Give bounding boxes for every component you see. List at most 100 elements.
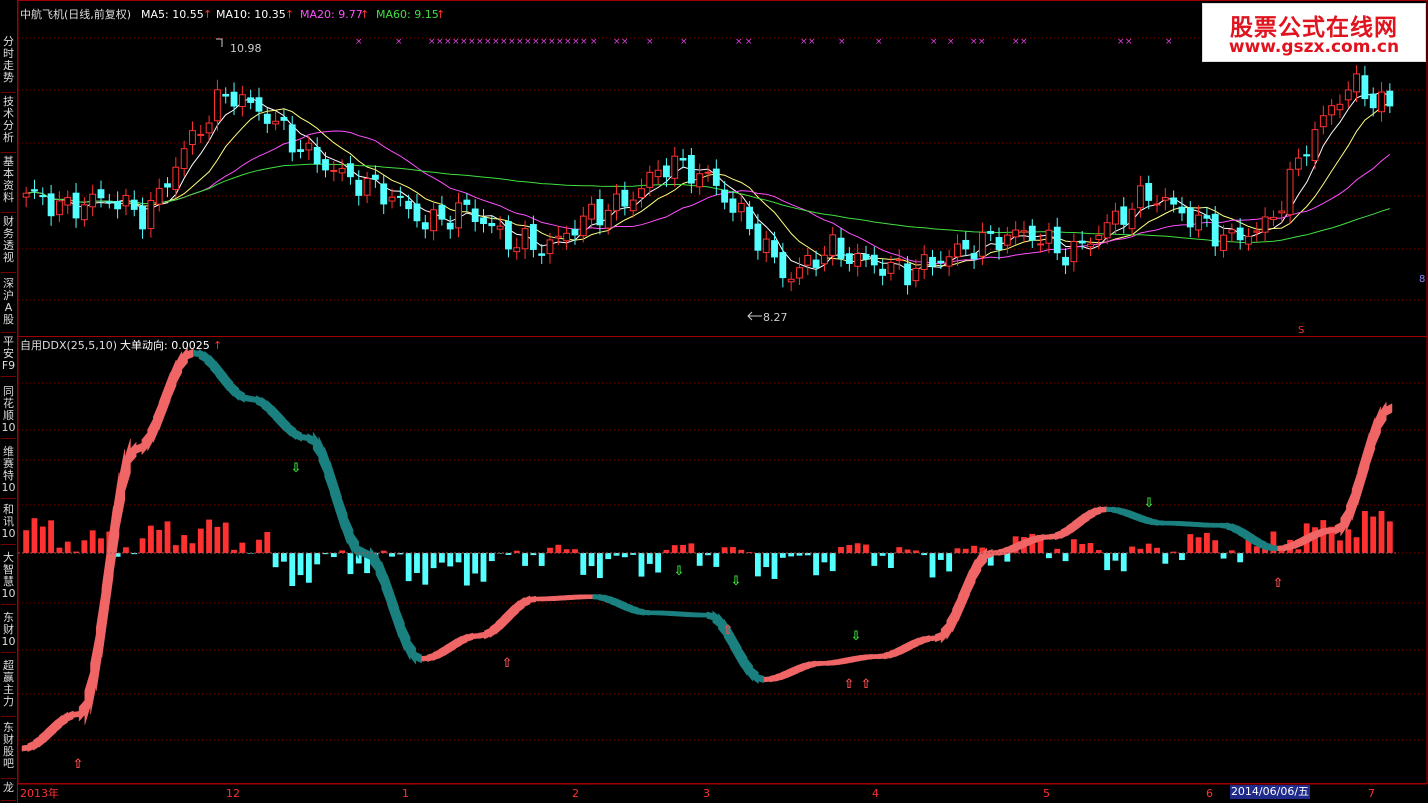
ddx-bar (1046, 553, 1052, 559)
candle-body (862, 253, 870, 260)
ribbon-segment (124, 438, 131, 492)
ddx-bar (1137, 548, 1144, 553)
sidebar-item-9[interactable]: 大智慧10 (1, 552, 16, 605)
candle-body (978, 232, 986, 257)
ma20-label: MA20: 9.77 (300, 8, 363, 21)
sidebar-item-3[interactable]: 财务透视 (1, 216, 16, 273)
candle-body (870, 254, 878, 266)
ribbon-segment (352, 532, 360, 560)
ribbon-segment (130, 441, 137, 464)
ribbon-segment (472, 633, 479, 640)
ddx-bar (1386, 521, 1393, 553)
ribbon-segment (638, 608, 645, 616)
sidebar-item-8[interactable]: 和讯10 (1, 504, 16, 545)
ribbon-segment (1277, 545, 1284, 552)
cross-marker: × (930, 37, 938, 47)
candle-body (288, 124, 296, 153)
candle-body (405, 200, 413, 210)
x-tick-5: 5 (1043, 787, 1050, 800)
candle-body (64, 197, 72, 206)
ribbon-segment (1271, 545, 1279, 552)
ribbon-segment (335, 479, 342, 530)
ribbon-segment (1123, 508, 1130, 518)
ribbon-segment (284, 417, 291, 437)
ribbon-segment (1186, 521, 1193, 527)
ddx-bar (206, 519, 213, 553)
sidebar-item-1[interactable]: 技术分析 (1, 96, 16, 153)
ribbon-segment (649, 610, 656, 616)
ribbon-segment (569, 594, 576, 601)
ddx-bar (1212, 540, 1219, 553)
ribbon-segment (267, 400, 274, 420)
ribbon-segment (1152, 518, 1159, 526)
sidebar-item-0[interactable]: 分时走势 (1, 36, 16, 93)
candle-body (488, 223, 496, 227)
cross-marker: × (444, 37, 452, 47)
stock-chart[interactable]: × × × × × × × × × × × × × × × × × × × × × × × × × × × × × × × × × × × × × × × ×… (0, 0, 1428, 803)
x-tick-3: 3 (703, 787, 710, 800)
ribbon-segment (1220, 522, 1227, 529)
ddx-bar (863, 544, 869, 553)
ddx-bar (447, 553, 454, 567)
ribbon-segment (963, 569, 970, 609)
ribbon-segment (695, 612, 702, 618)
sidebar-item-10[interactable]: 东财10 (1, 612, 16, 653)
ddx-bar (763, 553, 770, 568)
ribbon-segment (56, 714, 63, 733)
ma20-line (26, 130, 1391, 265)
ribbon-segment (746, 657, 753, 682)
sidebar-item-4[interactable]: 深沪A股 (1, 278, 16, 333)
ribbon-segment (1328, 527, 1336, 534)
ribbon-segment (735, 636, 742, 669)
ribbon-segment (44, 724, 51, 744)
cross-marker: × (1012, 37, 1020, 47)
sell-arrow-icon: ⇩ (291, 461, 302, 476)
ribbon-segment (529, 595, 536, 603)
ddx-bar (1070, 539, 1077, 553)
candle-body (1012, 229, 1020, 238)
low-label: 8.27 (763, 311, 788, 324)
ribbon-segment (141, 432, 148, 456)
cross-marker: × (516, 37, 524, 47)
cross-marker: × (540, 37, 548, 47)
ddx-bar (788, 553, 795, 557)
sidebar-item-12[interactable]: 东财股吧 (1, 722, 16, 779)
ribbon-segment (1083, 509, 1090, 525)
candle-body (1353, 73, 1360, 93)
ddx-bar (1361, 511, 1368, 553)
ddx-bar (580, 553, 587, 575)
candle-body (613, 193, 620, 212)
ribbon-segment (381, 560, 388, 604)
ribbon-segment (912, 637, 919, 649)
ddx-bar (56, 547, 63, 553)
sidebar-item-11[interactable]: 超赢主力 (1, 660, 16, 717)
ddx-bar (256, 539, 262, 553)
candle-body (1178, 206, 1186, 214)
candle-body (895, 258, 903, 262)
cross-markers: × × × × × × × × × × × × × × × × × × × × × × × × × × × × × × × × × × × × × × × ×… (355, 37, 1173, 47)
ribbon-segment (1157, 520, 1164, 526)
sell-arrow-icon: ⇩ (731, 574, 742, 589)
candle-body (380, 183, 388, 205)
ddx-bar (23, 530, 30, 553)
sidebar-item-13[interactable]: 龙 (1, 782, 16, 801)
candle-body (1361, 75, 1369, 100)
ribbon-segment (210, 354, 217, 377)
sidebar-item-7[interactable]: 维赛特10 (1, 446, 16, 499)
ribbon-segment (786, 667, 793, 679)
ddx-bar (713, 553, 720, 567)
sell-arrow-icon: ⇩ (674, 564, 685, 579)
cross-marker: × (875, 37, 883, 47)
ribbon-segment (586, 594, 594, 600)
ribbon-segment (261, 396, 268, 413)
sidebar-item-6[interactable]: 同花顺10 (1, 386, 16, 439)
ribbon-segment (855, 654, 862, 662)
candle-body (197, 133, 205, 136)
cross-marker: × (572, 37, 580, 47)
ddx-bar (156, 529, 163, 553)
sidebar-item-5[interactable]: 平安F9 (1, 336, 16, 377)
ddx-bar (538, 553, 545, 566)
sidebar-item-2[interactable]: 基本资料 (1, 156, 16, 213)
candle-body (845, 253, 853, 264)
ribbon-segment (295, 429, 302, 442)
